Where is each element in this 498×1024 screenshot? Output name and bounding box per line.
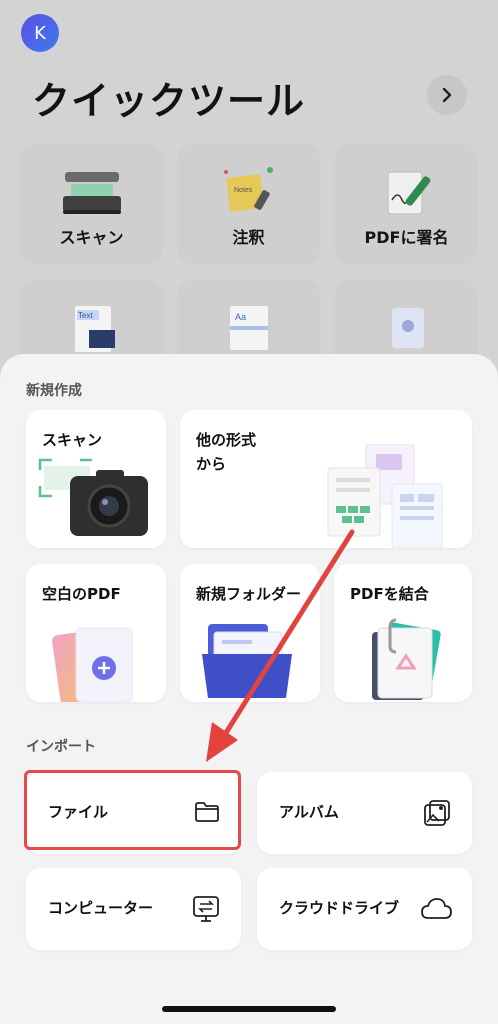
signature-icon xyxy=(387,171,430,215)
home-indicator xyxy=(162,1006,336,1012)
notes-icon: Notes xyxy=(223,167,273,212)
tool-annotate-card[interactable]: Notes 注釈 xyxy=(178,144,319,262)
tool-scan-card[interactable]: スキャン xyxy=(21,144,162,262)
scanner-icon xyxy=(62,172,121,214)
page-title: クイックツール xyxy=(32,79,306,123)
card-title-line: から xyxy=(196,455,227,473)
merge-pdf-card[interactable]: PDFを結合 xyxy=(334,564,472,702)
svg-text:Aa: Aa xyxy=(235,312,246,322)
svg-text:Text: Text xyxy=(78,311,93,320)
avatar[interactable]: K xyxy=(21,14,59,52)
card-title: 他の形式 から xyxy=(196,428,256,476)
import-computer-card[interactable]: コンピューター xyxy=(26,868,241,950)
card-title: 新規フォルダー xyxy=(196,585,302,603)
card-title: クラウドドライブ xyxy=(279,899,400,917)
chevron-right-icon xyxy=(442,87,452,103)
merge-pdf-icon xyxy=(372,618,441,700)
new-folder-card[interactable]: 新規フォルダー xyxy=(180,564,320,702)
text-image-icon: Text xyxy=(74,306,115,352)
image-file-icon xyxy=(391,308,424,348)
album-icon xyxy=(424,800,450,826)
import-cloud-card[interactable]: クラウドドライブ xyxy=(257,868,472,950)
folder-icon xyxy=(202,624,292,698)
card-title: スキャン xyxy=(42,431,103,449)
card-title: コンピューター xyxy=(48,899,154,917)
card-title-line: 他の形式 xyxy=(196,431,257,449)
cloud-icon xyxy=(421,898,452,919)
tool-label: 注釈 xyxy=(232,228,265,247)
computer-transfer-icon xyxy=(193,896,219,922)
blank-pdf-card[interactable]: 空白のPDF xyxy=(26,564,166,702)
from-other-format-card[interactable]: 他の形式 から xyxy=(180,410,472,548)
card-title: アルバム xyxy=(279,803,339,821)
import-album-card[interactable]: アルバム xyxy=(257,772,472,854)
svg-text:Notes: Notes xyxy=(234,187,253,194)
card-title: 空白のPDF xyxy=(42,585,121,603)
tool-sign-card[interactable]: PDFに署名 xyxy=(336,144,477,262)
card-title: PDFを結合 xyxy=(350,585,429,603)
blank-pdf-icon xyxy=(52,627,133,702)
highlight-box xyxy=(24,770,241,850)
more-button[interactable] xyxy=(427,75,467,115)
tool-label: スキャン xyxy=(59,228,124,247)
new-scan-card[interactable]: スキャン xyxy=(26,410,166,548)
document-icon: Aa xyxy=(229,306,268,350)
section-import: インポート xyxy=(26,739,96,755)
tool-label: PDFに署名 xyxy=(364,228,449,247)
camera-icon xyxy=(38,458,148,536)
files-convert-icon xyxy=(327,444,443,548)
section-new: 新規作成 xyxy=(26,383,82,399)
